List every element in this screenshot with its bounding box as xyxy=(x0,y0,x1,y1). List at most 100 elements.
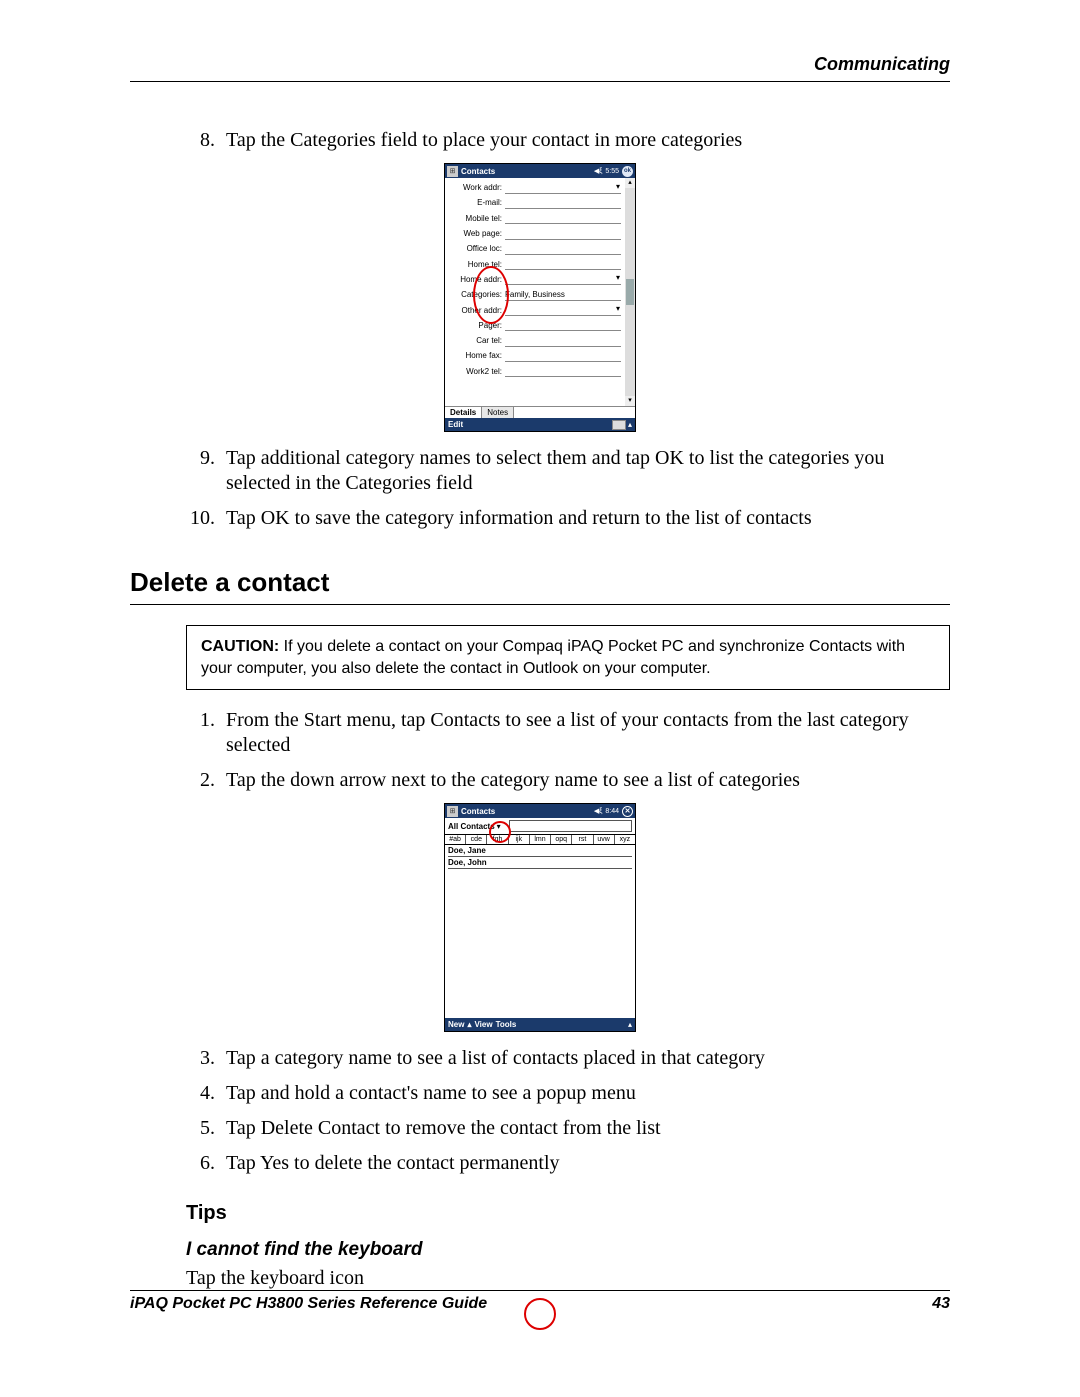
bottom-bar: Edit ▴ xyxy=(445,418,635,431)
start-icon[interactable]: ⊞ xyxy=(447,166,458,177)
dstep-2: Tap the down arrow next to the category … xyxy=(220,768,950,793)
field-row: Home tel: xyxy=(447,256,633,271)
field-label: Car tel: xyxy=(447,336,505,345)
field-label: Mobile tel: xyxy=(447,214,505,223)
page-footer: iPAQ Pocket PC H3800 Series Reference Gu… xyxy=(130,1290,950,1313)
field-row: Home fax: xyxy=(447,348,633,363)
menu-view[interactable]: View xyxy=(474,1020,492,1029)
screenshot-contacts-edit: ⊞ Contacts ◀ξ 5:55 ok ▴ ▾ Work addr: E-ma… xyxy=(444,163,636,432)
dstep-3: Tap a category name to see a list of con… xyxy=(220,1046,950,1071)
alpha-group[interactable]: xyz xyxy=(615,835,635,844)
edit-menu[interactable]: Edit xyxy=(448,420,463,429)
speaker-icon-2: ◀ξ xyxy=(594,807,603,815)
field-input[interactable] xyxy=(505,273,621,285)
step-9: Tap additional category names to select … xyxy=(220,446,950,496)
field-input[interactable] xyxy=(505,182,621,194)
menu-new[interactable]: New xyxy=(448,1020,464,1029)
list-body: All Contacts ▾ #abcdefghijklmnopqrstuvwx… xyxy=(445,818,635,1018)
tab-details[interactable]: Details xyxy=(445,407,482,418)
alpha-group[interactable]: opq xyxy=(551,835,572,844)
scroll-thumb[interactable] xyxy=(626,279,634,305)
titlebar: ⊞ Contacts ◀ξ 5:55 ok xyxy=(445,164,635,178)
field-input[interactable] xyxy=(505,365,621,377)
field-input[interactable] xyxy=(505,197,621,209)
dstep-4: Tap and hold a contact's name to see a p… xyxy=(220,1081,950,1106)
footer-page-number: 43 xyxy=(932,1295,950,1313)
keyboard-icon[interactable] xyxy=(612,420,626,430)
step-10: Tap OK to save the category information … xyxy=(220,506,950,531)
field-input[interactable] xyxy=(505,228,621,240)
ok-button[interactable]: ok xyxy=(622,166,633,177)
dstep-1: From the Start menu, tap Contacts to see… xyxy=(220,708,950,758)
search-input[interactable] xyxy=(509,820,632,832)
category-selector[interactable]: All Contacts xyxy=(448,822,495,831)
sip-arrow-icon-2[interactable]: ▴ xyxy=(628,1020,632,1029)
field-label: Web page: xyxy=(447,229,505,238)
field-row: Work2 tel: xyxy=(447,364,633,379)
alpha-group[interactable]: rst xyxy=(572,835,593,844)
field-row: Pager: xyxy=(447,318,633,333)
field-label: Work addr: xyxy=(447,183,505,192)
clock-text-2: 8:44 xyxy=(605,808,619,815)
field-row: E-mail: xyxy=(447,195,633,210)
scrollbar[interactable]: ▴ ▾ xyxy=(625,178,635,406)
field-label: Office loc: xyxy=(447,244,505,253)
field-row: Work addr: xyxy=(447,180,633,195)
step-8: Tap the Categories field to place your c… xyxy=(220,128,950,153)
tab-notes[interactable]: Notes xyxy=(482,407,514,418)
subtip-heading: I cannot find the keyboard xyxy=(186,1239,950,1261)
field-input[interactable] xyxy=(505,335,621,347)
field-input[interactable] xyxy=(505,243,621,255)
field-input[interactable]: Family, Business xyxy=(505,289,621,301)
menu-tools[interactable]: Tools xyxy=(496,1020,517,1029)
list-item[interactable]: Doe, John xyxy=(448,857,632,869)
speaker-icon: ◀ξ xyxy=(594,167,603,175)
alpha-group[interactable]: uvw xyxy=(594,835,615,844)
running-header: Communicating xyxy=(130,54,950,82)
screenshot-contacts-list: ⊞ Contacts ◀ξ 8:44 ✕ All Contacts ▾ #abc… xyxy=(444,803,636,1032)
field-input[interactable] xyxy=(505,350,621,362)
field-label: E-mail: xyxy=(447,198,505,207)
titlebar-2: ⊞ Contacts ◀ξ 8:44 ✕ xyxy=(445,804,635,818)
field-row: Car tel: xyxy=(447,333,633,348)
close-button[interactable]: ✕ xyxy=(622,806,633,817)
category-selector-row: All Contacts ▾ xyxy=(445,818,635,834)
bottom-bar-2: New ▴ View Tools ▴ xyxy=(445,1018,635,1031)
alpha-group[interactable]: #ab xyxy=(445,835,466,844)
ordered-list-delete: From the Start menu, tap Contacts to see… xyxy=(220,708,950,793)
alpha-group[interactable]: cde xyxy=(466,835,487,844)
caution-text: If you delete a contact on your Compaq i… xyxy=(201,638,905,677)
alpha-group[interactable]: ijk xyxy=(509,835,530,844)
tips-heading: Tips xyxy=(186,1202,950,1225)
ordered-list-categories: Tap the Categories field to place your c… xyxy=(220,128,950,153)
sort-arrow-icon[interactable]: ▴ xyxy=(467,1020,471,1029)
app-title: Contacts xyxy=(461,167,594,176)
alpha-group[interactable]: lmn xyxy=(530,835,551,844)
sip-arrow-icon[interactable]: ▴ xyxy=(628,420,632,429)
tabs: Details Notes xyxy=(445,406,635,418)
list-item[interactable]: Doe, Jane xyxy=(448,845,632,857)
scroll-down-icon[interactable]: ▾ xyxy=(625,396,635,406)
dstep-5: Tap Delete Contact to remove the contact… xyxy=(220,1116,950,1141)
form-area: ▴ ▾ Work addr: E-mail: Mobile tel: Web page… xyxy=(445,178,635,406)
section-heading-delete: Delete a contact xyxy=(130,567,950,605)
field-row: Office loc: xyxy=(447,241,633,256)
field-input[interactable] xyxy=(505,319,621,331)
ordered-list-categories-cont: Tap additional category names to select … xyxy=(220,446,950,531)
ordered-list-delete-cont: Tap a category name to see a list of con… xyxy=(220,1046,950,1176)
field-row: Mobile tel: xyxy=(447,211,633,226)
dstep-6: Tap Yes to delete the contact permanentl… xyxy=(220,1151,950,1176)
scroll-up-icon[interactable]: ▴ xyxy=(625,178,635,188)
field-input[interactable] xyxy=(505,304,621,316)
field-label: Home fax: xyxy=(447,351,505,360)
field-label: Work2 tel: xyxy=(447,367,505,376)
app-title-2: Contacts xyxy=(461,807,594,816)
alpha-index[interactable]: #abcdefghijklmnopqrstuvwxyz xyxy=(445,834,635,845)
start-icon-2[interactable]: ⊞ xyxy=(447,806,458,817)
footer-title: iPAQ Pocket PC H3800 Series Reference Gu… xyxy=(130,1295,487,1313)
field-row: Web page: xyxy=(447,226,633,241)
caution-box: CAUTION: If you delete a contact on your… xyxy=(186,625,950,690)
contact-list: Doe, JaneDoe, John xyxy=(445,845,635,869)
field-input[interactable] xyxy=(505,212,621,224)
field-input[interactable] xyxy=(505,258,621,270)
